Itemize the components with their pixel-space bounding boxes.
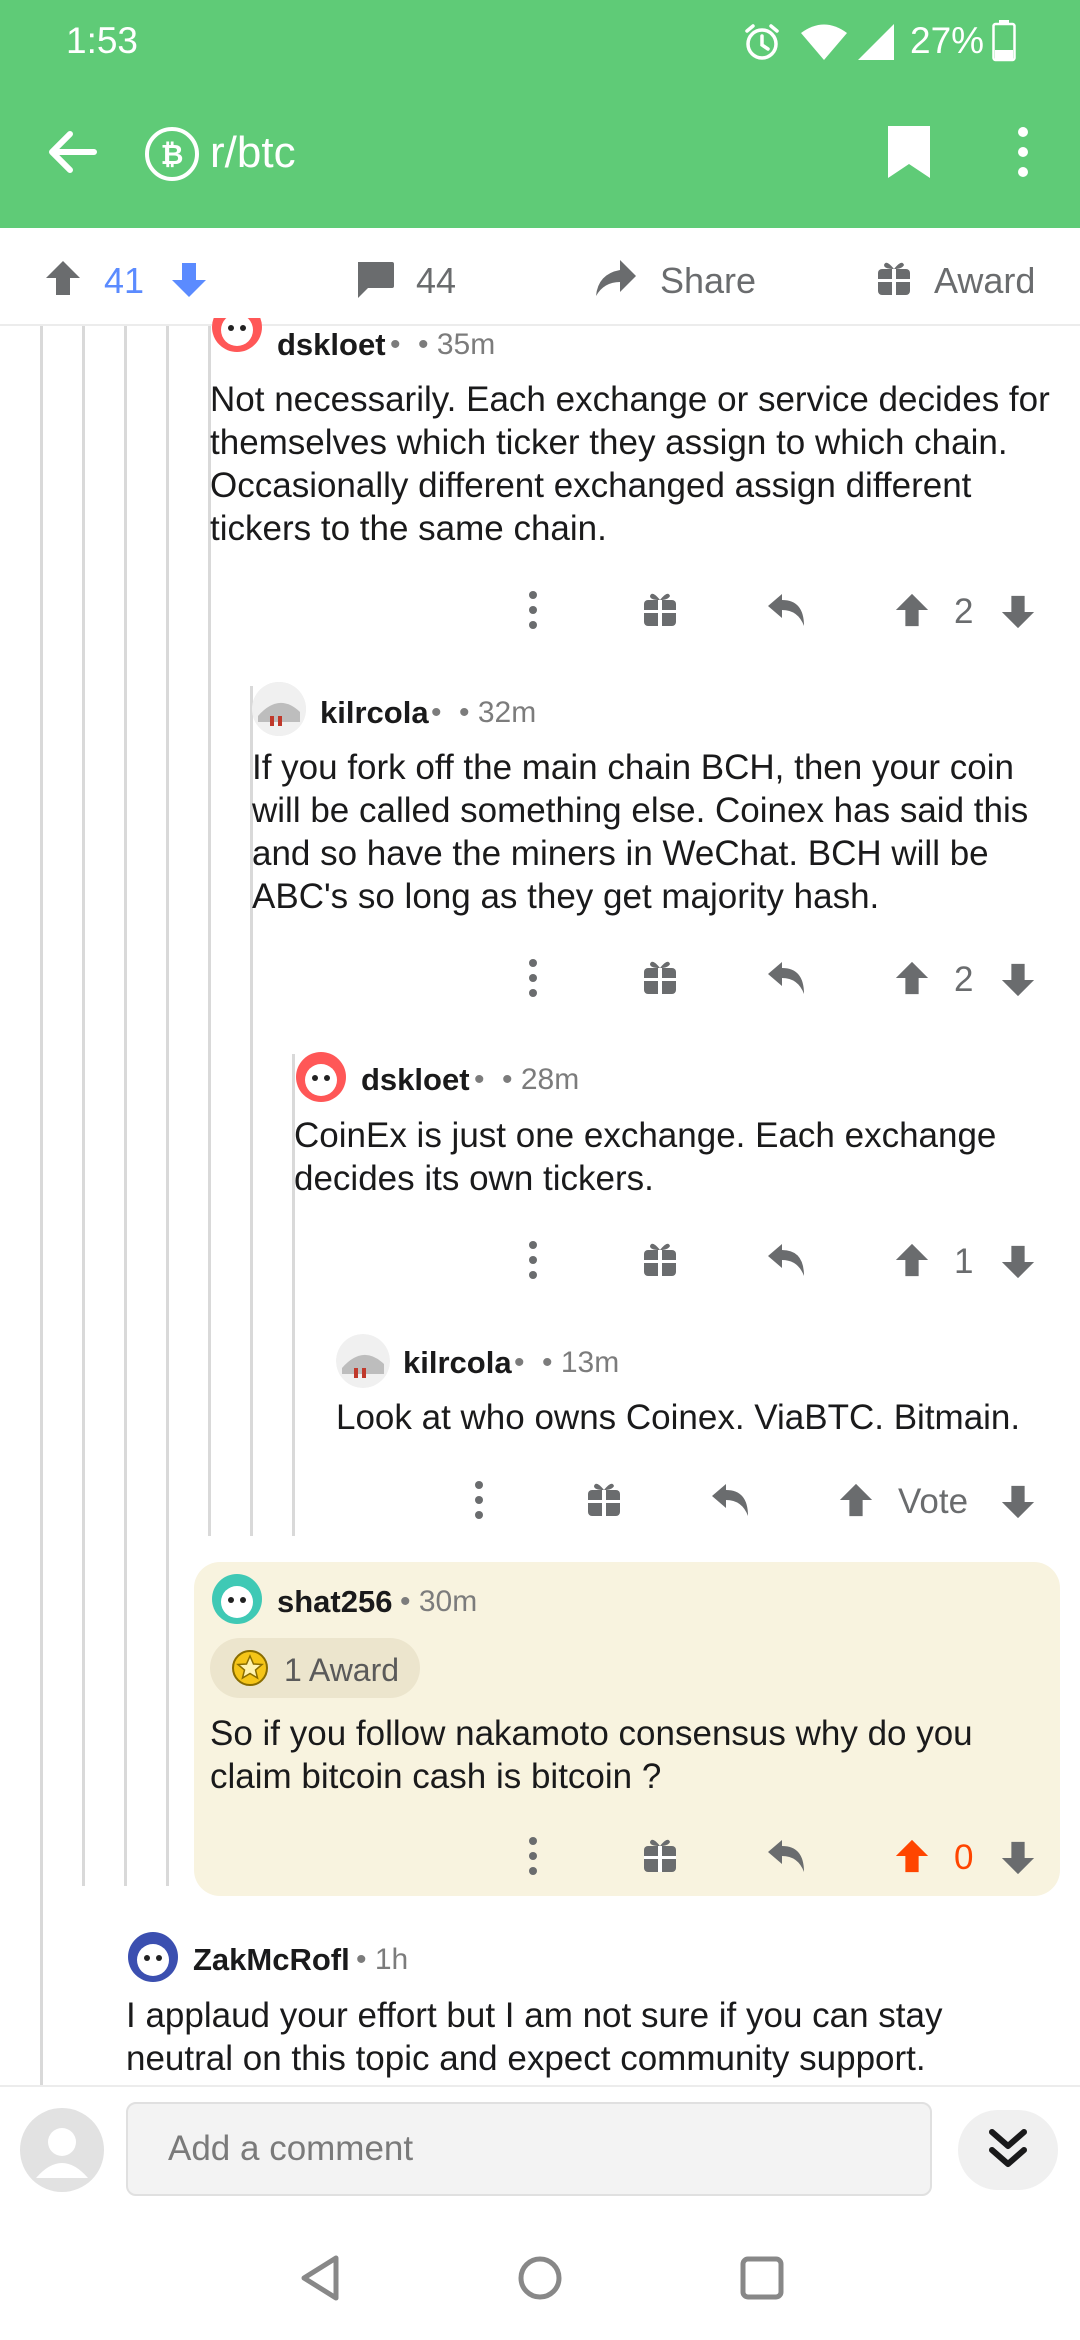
comment-body: I applaud your effort but I am not sure … bbox=[126, 1996, 943, 2078]
comment-score: Vote bbox=[898, 1482, 969, 1521]
award-icon[interactable] bbox=[642, 1838, 678, 1874]
comment-separator: • bbox=[474, 1063, 485, 1096]
recents-square-icon[interactable] bbox=[738, 2254, 786, 2302]
bitcoin-icon: ₿ bbox=[145, 127, 199, 181]
alarm-icon bbox=[745, 24, 779, 60]
upvote-icon[interactable] bbox=[838, 1482, 874, 1518]
avatar[interactable] bbox=[210, 318, 264, 354]
cell-signal-icon bbox=[858, 24, 894, 60]
comment-score: 2 bbox=[954, 960, 974, 999]
comment-username[interactable]: shat256 bbox=[277, 1584, 392, 1620]
comment-time: • 35m bbox=[418, 328, 496, 361]
more-options-icon[interactable] bbox=[522, 590, 544, 630]
home-circle-icon[interactable] bbox=[516, 2254, 564, 2302]
comment-time: • 1h bbox=[356, 1943, 409, 1976]
comment-body: Look at who owns Coinex. ViaBTC. Bitmain… bbox=[336, 1398, 1021, 1437]
downvote-icon[interactable] bbox=[1000, 962, 1036, 998]
avatar[interactable] bbox=[252, 682, 306, 736]
more-vert-icon[interactable] bbox=[1006, 126, 1040, 180]
award-icon[interactable] bbox=[642, 1242, 678, 1278]
comment-separator: • bbox=[431, 696, 442, 729]
downvote-icon[interactable] bbox=[1000, 1840, 1036, 1876]
post-action-bar bbox=[0, 228, 1080, 326]
downvote-icon[interactable] bbox=[170, 261, 208, 299]
upvote-icon[interactable] bbox=[894, 592, 930, 628]
battery-icon bbox=[992, 20, 1016, 62]
thread-line bbox=[166, 326, 169, 1886]
comment-separator: • bbox=[514, 1346, 525, 1379]
comment-time: • 30m bbox=[400, 1585, 478, 1618]
bookmark-icon[interactable] bbox=[886, 124, 932, 180]
downvote-icon[interactable] bbox=[1000, 1484, 1036, 1520]
comment-separator: • bbox=[390, 328, 401, 361]
comment-score: 0 bbox=[954, 1838, 974, 1877]
reply-icon[interactable] bbox=[766, 1242, 806, 1278]
status-time: 1:53 bbox=[66, 20, 139, 61]
award-icon[interactable] bbox=[642, 960, 678, 996]
downvote-icon[interactable] bbox=[1000, 1244, 1036, 1280]
award-count: 1 Award bbox=[284, 1652, 400, 1688]
thread-line bbox=[40, 326, 43, 2085]
upvote-icon[interactable] bbox=[894, 1838, 930, 1874]
comment-username[interactable]: dskloet bbox=[277, 327, 386, 363]
post-score: 41 bbox=[104, 260, 145, 301]
more-options-icon[interactable] bbox=[522, 958, 544, 998]
comment-body: If you fork off the main chain BCH, then… bbox=[252, 748, 1029, 916]
star-award-icon bbox=[232, 1650, 268, 1686]
comment-username[interactable]: kilrcola bbox=[403, 1345, 512, 1381]
more-options-icon[interactable] bbox=[522, 1240, 544, 1280]
comment-time: • 13m bbox=[542, 1346, 620, 1379]
more-options-icon[interactable] bbox=[468, 1480, 490, 1520]
avatar[interactable] bbox=[210, 1572, 264, 1626]
comment-username[interactable]: dskloet bbox=[361, 1062, 470, 1098]
comment-score: 1 bbox=[954, 1242, 974, 1281]
upvote-icon[interactable] bbox=[44, 259, 82, 297]
comment-time: • 28m bbox=[502, 1063, 580, 1096]
comment-body: So if you follow nakamoto consensus why … bbox=[210, 1714, 973, 1796]
award-icon[interactable] bbox=[642, 592, 678, 628]
award-icon[interactable] bbox=[586, 1482, 622, 1518]
comment-score: 2 bbox=[954, 592, 974, 631]
comment-count: 44 bbox=[416, 260, 457, 301]
comment-icon[interactable] bbox=[354, 260, 396, 300]
share-label[interactable]: Share bbox=[660, 260, 756, 302]
upvote-icon[interactable] bbox=[894, 1242, 930, 1278]
add-comment-input[interactable]: Add a comment bbox=[126, 2102, 932, 2196]
user-avatar-icon[interactable] bbox=[20, 2108, 104, 2192]
battery-percent: 27% bbox=[910, 20, 985, 61]
reply-icon[interactable] bbox=[766, 592, 806, 628]
collapse-chevron-icon[interactable] bbox=[956, 2108, 1060, 2192]
reply-icon[interactable] bbox=[766, 960, 806, 996]
svg-text:₿: ₿ bbox=[161, 138, 184, 171]
avatar[interactable] bbox=[294, 1050, 348, 1104]
reply-icon[interactable] bbox=[710, 1482, 750, 1518]
thread-line bbox=[124, 326, 127, 1886]
comment-username[interactable]: kilrcola bbox=[320, 695, 429, 731]
comment-body: CoinEx is just one exchange. Each exchan… bbox=[294, 1116, 997, 1198]
downvote-icon[interactable] bbox=[1000, 594, 1036, 630]
avatar[interactable] bbox=[336, 1334, 390, 1388]
wifi-icon bbox=[801, 24, 847, 60]
avatar[interactable] bbox=[126, 1930, 180, 1984]
award-label[interactable]: Award bbox=[934, 260, 1035, 302]
comment-body: Not necessarily. Each exchange or servic… bbox=[210, 380, 1050, 548]
award-icon[interactable] bbox=[876, 259, 912, 297]
back-triangle-icon[interactable] bbox=[298, 2254, 342, 2302]
thread-line bbox=[82, 326, 85, 1886]
share-icon[interactable] bbox=[594, 258, 638, 298]
back-arrow-icon[interactable] bbox=[46, 126, 98, 178]
reply-icon[interactable] bbox=[766, 1838, 806, 1874]
more-options-icon[interactable] bbox=[522, 1836, 544, 1876]
comment-username[interactable]: ZakMcRofl bbox=[193, 1942, 350, 1978]
subreddit-title[interactable]: r/btc bbox=[210, 128, 296, 178]
comment-time: • 32m bbox=[459, 696, 537, 729]
upvote-icon[interactable] bbox=[894, 960, 930, 996]
